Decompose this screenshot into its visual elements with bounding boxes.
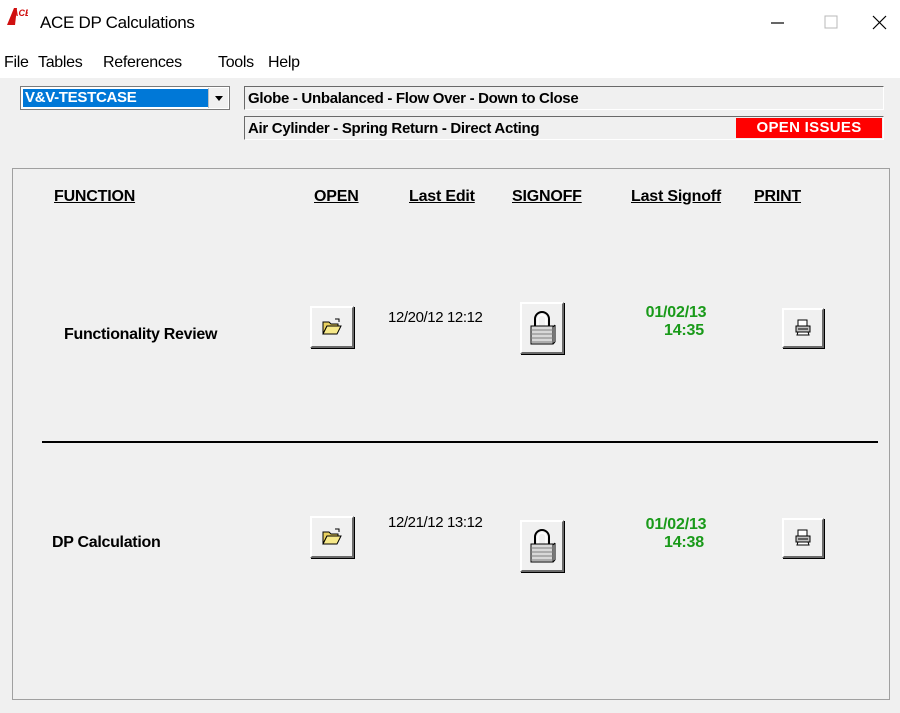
title-bar: ACE ACE DP Calculations: [0, 0, 900, 48]
signoff-dp-calculation-button[interactable]: [520, 520, 564, 572]
menu-bar: File Tables References Tools Help: [0, 48, 900, 78]
last-signoff-time-functionality-review: 14:35: [664, 322, 704, 339]
menu-help[interactable]: Help: [268, 54, 300, 72]
menu-references[interactable]: References: [103, 54, 182, 72]
function-label-functionality-review: Functionality Review: [64, 326, 218, 343]
menu-file[interactable]: File: [4, 54, 29, 72]
actuator-type-text: Air Cylinder - Spring Return - Direct Ac…: [248, 120, 540, 137]
open-issues-badge[interactable]: OPEN ISSUES: [736, 118, 882, 138]
minimize-button[interactable]: [758, 4, 798, 40]
actuator-type-field: Air Cylinder - Spring Return - Direct Ac…: [244, 116, 884, 140]
printer-icon: [795, 319, 811, 336]
case-select-dropdown-button[interactable]: [208, 88, 228, 108]
last-signoff-date-dp-calculation: 01/02/13: [645, 516, 707, 533]
header-last-edit: Last Edit: [409, 188, 475, 205]
last-edit-functionality-review: 12/20/12 12:12: [388, 309, 483, 326]
menu-tools[interactable]: Tools: [218, 54, 254, 72]
valve-type-field: Globe - Unbalanced - Flow Over - Down to…: [244, 86, 884, 110]
padlock-icon: [530, 311, 556, 345]
close-icon: [872, 15, 887, 30]
last-edit-dp-calculation: 12/21/12 13:12: [388, 514, 483, 531]
minimize-icon: [771, 22, 784, 24]
open-functionality-review-button[interactable]: [310, 306, 354, 348]
folder-open-icon: [322, 318, 342, 335]
folder-open-icon: [322, 528, 342, 545]
row-divider: [42, 441, 878, 443]
valve-type-text: Globe - Unbalanced - Flow Over - Down to…: [248, 90, 579, 107]
print-dp-calculation-button[interactable]: [782, 518, 824, 558]
open-dp-calculation-button[interactable]: [310, 516, 354, 558]
ace-logo-icon: ACE: [7, 8, 28, 25]
padlock-icon: [530, 529, 556, 563]
maximize-button[interactable]: [810, 4, 850, 40]
header-open: OPEN: [314, 188, 359, 205]
chevron-down-icon: [215, 96, 223, 101]
close-button[interactable]: [858, 4, 898, 40]
header-print: PRINT: [754, 188, 802, 205]
maximize-icon: [824, 15, 838, 29]
last-signoff-time-dp-calculation: 14:38: [664, 534, 704, 551]
svg-text:ACE: ACE: [11, 8, 28, 18]
last-signoff-date-functionality-review: 01/02/13: [645, 304, 707, 321]
case-select-value: V&V-TESTCASE: [23, 89, 208, 107]
print-functionality-review-button[interactable]: [782, 308, 824, 348]
window-title: ACE DP Calculations: [40, 13, 195, 32]
menu-tables[interactable]: Tables: [38, 54, 83, 72]
case-select[interactable]: V&V-TESTCASE: [20, 86, 230, 110]
functions-panel: [12, 168, 890, 700]
header-last-signoff: Last Signoff: [631, 188, 722, 205]
header-function: FUNCTION: [54, 188, 136, 205]
function-label-dp-calculation: DP Calculation: [52, 534, 161, 551]
header-signoff: SIGNOFF: [512, 188, 582, 205]
printer-icon: [795, 529, 811, 546]
signoff-functionality-review-button[interactable]: [520, 302, 564, 354]
